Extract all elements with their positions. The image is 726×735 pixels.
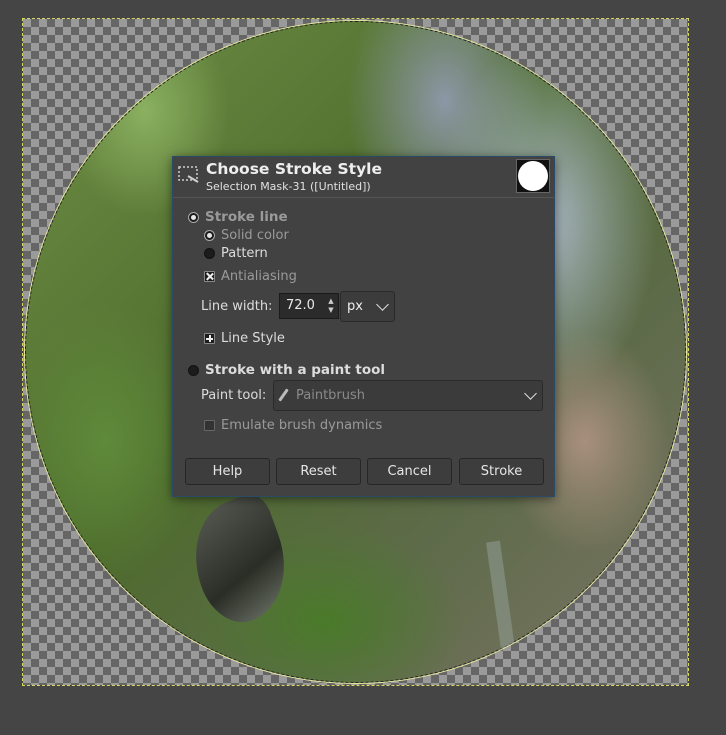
paint-tool-value: Paintbrush [296,388,366,403]
branch [486,540,518,672]
reset-button[interactable]: Reset [276,458,361,485]
line-width-value: 72.0 [286,298,315,313]
pattern-option[interactable]: Pattern [204,246,268,261]
emulate-dynamics-label: Emulate brush dynamics [221,418,383,433]
stroke-line-radio[interactable] [188,211,199,223]
bird-beak [177,489,303,633]
dialog-header: Choose Stroke Style Selection Mask-31 ([… [173,157,554,198]
paint-tool-select[interactable]: Paintbrush [273,380,543,411]
chevron-down-icon [376,298,389,311]
pattern-label: Pattern [221,246,268,261]
help-button[interactable]: Help [185,458,270,485]
line-style-expander[interactable]: Line Style [204,331,285,346]
selection-preview-icon [516,159,550,193]
antialiasing-checkbox[interactable] [204,271,215,282]
paint-tool-option-label: Stroke with a paint tool [205,362,386,378]
stroke-line-option[interactable]: Stroke line [188,209,288,225]
stroke-dialog-icon [178,166,199,183]
paint-tool-radio[interactable] [188,364,199,376]
dialog-title: Choose Stroke Style [206,160,383,178]
emulate-dynamics-checkbox[interactable] [204,420,215,431]
stroke-line-label: Stroke line [205,209,288,225]
antialiasing-option[interactable]: Antialiasing [204,269,297,284]
antialiasing-label: Antialiasing [221,269,297,284]
paintbrush-icon [278,388,289,402]
line-style-expander-icon[interactable] [204,333,215,344]
line-width-label: Line width: [201,299,273,314]
solid-color-option[interactable]: Solid color [204,228,289,243]
unit-select[interactable]: px [340,291,395,322]
dialog-subtitle: Selection Mask-31 ([Untitled]) [206,180,371,193]
line-width-input[interactable]: 72.0 ▲ ▼ [279,293,339,319]
unit-value: px [347,299,363,314]
spin-arrows-icon[interactable]: ▲ ▼ [327,297,335,315]
paint-tool-label: Paint tool: [201,388,267,403]
paint-tool-option[interactable]: Stroke with a paint tool [188,362,385,378]
cancel-button[interactable]: Cancel [367,458,452,485]
solid-color-label: Solid color [221,228,289,243]
line-style-label: Line Style [221,331,285,346]
solid-color-radio[interactable] [204,230,215,241]
stroke-button[interactable]: Stroke [459,458,544,485]
chevron-down-icon [524,387,537,400]
choose-stroke-style-dialog: Choose Stroke Style Selection Mask-31 ([… [172,156,555,497]
emulate-dynamics-option[interactable]: Emulate brush dynamics [204,418,382,433]
pattern-radio[interactable] [204,248,215,259]
